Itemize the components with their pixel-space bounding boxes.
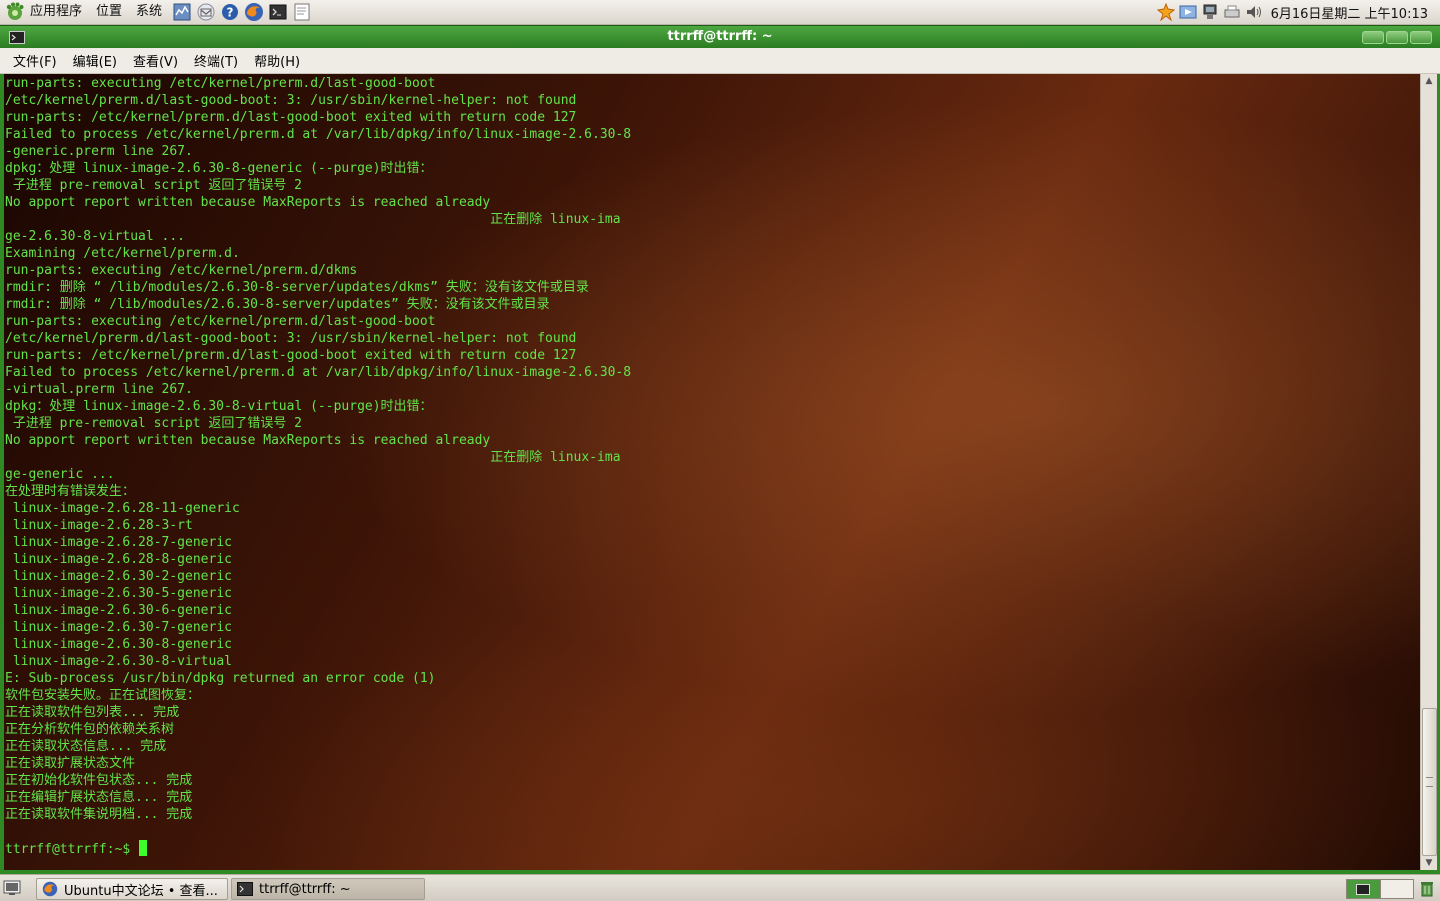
scroll-up-arrow-icon[interactable]: ▲ (1421, 74, 1437, 88)
mail-icon[interactable] (196, 2, 216, 22)
terminal-line: ge-2.6.30-8-virtual ... (5, 229, 186, 244)
terminal-line: 子进程 pre-removal script 返回了错误号 2 (5, 178, 303, 193)
gnome-foot-icon (6, 2, 24, 20)
scroll-down-arrow-icon[interactable]: ▼ (1421, 856, 1437, 870)
terminal-line: linux-image-2.6.30-2-generic (5, 569, 232, 584)
close-button[interactable] (1410, 31, 1432, 44)
terminal-line: linux-image-2.6.30-6-generic (5, 603, 232, 618)
prompt-line[interactable]: ttrrff@ttrrff:~$ (5, 840, 631, 857)
terminal-line: linux-image-2.6.28-8-generic (5, 552, 232, 567)
workspace-switcher[interactable] (1346, 879, 1414, 899)
system-monitor-icon[interactable] (172, 2, 192, 22)
terminal-line: run-parts: /etc/kernel/prerm.d/last-good… (5, 348, 577, 363)
help-icon[interactable]: ? (220, 2, 240, 22)
terminal-line: linux-image-2.6.28-11-generic (5, 501, 240, 516)
terminal-scrollbar[interactable]: ▲ ▼ (1420, 74, 1437, 870)
taskbar-item-label: Ubuntu中文论坛 • 查看... (64, 883, 218, 899)
terminal-line: -generic.prerm line 267. (5, 144, 193, 159)
terminal-line: dpkg：处理 linux-image-2.6.30-8-generic (--… (5, 161, 433, 176)
terminal-line: 子进程 pre-removal script 返回了错误号 2 (5, 416, 303, 431)
update-icon[interactable] (1178, 2, 1198, 22)
text-cursor (139, 840, 148, 856)
menu-file[interactable]: 文件(F) (8, 51, 65, 70)
network-icon[interactable] (1200, 2, 1220, 22)
terminal-line: 正在初始化软件包状态... 完成 (5, 773, 193, 788)
workspace-2[interactable] (1380, 880, 1413, 898)
applications-menu-label: 应用程序 (30, 4, 83, 19)
terminal-line: rmdir: 删除 “ /lib/modules/2.6.30-8-server… (5, 280, 589, 295)
window-title: ttrrff@ttrrff: ~ (667, 29, 773, 44)
firefox-icon[interactable] (244, 2, 264, 22)
firefox-icon (42, 881, 58, 897)
terminal-line: 正在分析软件包的依赖关系树 (5, 722, 175, 737)
menu-edit[interactable]: 编辑(E) (68, 51, 125, 70)
minimize-button[interactable] (1362, 31, 1384, 44)
applications-menu[interactable]: 应用程序 (0, 0, 90, 24)
menu-help[interactable]: 帮助(H) (249, 51, 308, 70)
maximize-button[interactable] (1386, 31, 1408, 44)
terminal-line: dpkg：处理 linux-image-2.6.30-8-virtual (--… (5, 399, 433, 414)
menu-view[interactable]: 查看(V) (128, 51, 186, 70)
terminal-line: linux-image-2.6.28-3-rt (5, 518, 193, 533)
shell-prompt: ttrrff@ttrrff:~$ (5, 842, 139, 857)
volume-icon[interactable] (1244, 2, 1264, 22)
terminal-line: 在处理时有错误发生： (5, 484, 136, 499)
show-desktop-icon[interactable] (3, 880, 21, 896)
terminal-line: linux-image-2.6.30-7-generic (5, 620, 232, 635)
terminal-line: -virtual.prerm line 267. (5, 382, 193, 397)
clock[interactable]: 6月16日星期二 上午10:13 (1265, 3, 1440, 22)
menubar: 文件(F) 编辑(E) 查看(V) 终端(T) 帮助(H) (0, 48, 1440, 74)
terminal-line: No apport report written because MaxRepo… (5, 433, 491, 448)
terminal-line: /etc/kernel/prerm.d/last-good-boot: 3: /… (5, 93, 577, 108)
terminal-line: run-parts: executing /etc/kernel/prerm.d… (5, 314, 436, 329)
terminal-lines: run-parts: executing /etc/kernel/prerm.d… (5, 75, 631, 857)
taskbar-item-terminal[interactable]: ttrrff@ttrrff: ~ (231, 878, 425, 900)
terminal-line: No apport report written because MaxRepo… (5, 195, 491, 210)
notification-icon[interactable] (1156, 2, 1176, 22)
terminal-line: 软件包安装失败。正在试图恢复： (5, 688, 201, 703)
taskbar-item-firefox[interactable]: Ubuntu中文论坛 • 查看... (36, 878, 228, 900)
printer-icon[interactable] (1222, 2, 1242, 22)
terminal-line: run-parts: /etc/kernel/prerm.d/last-good… (5, 110, 577, 125)
scrollbar-grip-icon (1426, 777, 1433, 787)
terminal-line: Failed to process /etc/kernel/prerm.d at… (5, 127, 632, 142)
terminal-line: 正在读取状态信息... 完成 (5, 739, 167, 754)
terminal-icon[interactable] (268, 2, 288, 22)
terminal-line: Failed to process /etc/kernel/prerm.d at… (5, 365, 632, 380)
window-titlebar[interactable]: ttrrff@ttrrff: ~ (0, 25, 1440, 49)
editor-icon[interactable] (292, 2, 312, 22)
terminal-icon (237, 882, 253, 896)
menu-terminal[interactable]: 终端(T) (189, 51, 246, 70)
terminal-line: 正在读取扩展状态文件 (5, 756, 136, 771)
terminal-line: 正在读取软件包列表... 完成 (5, 705, 180, 720)
svg-text:?: ? (227, 6, 234, 20)
terminal-line: linux-image-2.6.28-7-generic (5, 535, 232, 550)
workspace-1[interactable] (1347, 880, 1381, 898)
terminal-line: run-parts: executing /etc/kernel/prerm.d… (5, 76, 436, 91)
panel-tray-area: 6月16日星期二 上午10:13 (1155, 0, 1440, 24)
terminal-line: 正在删除 linux-ima (5, 450, 621, 465)
system-menu[interactable]: 系统 (130, 0, 170, 24)
terminal-line: linux-image-2.6.30-5-generic (5, 586, 232, 601)
terminal-line: 正在删除 linux-ima (5, 212, 621, 227)
terminal-icon (1356, 883, 1371, 895)
terminal-line: /etc/kernel/prerm.d/last-good-boot: 3: /… (5, 331, 577, 346)
terminal-line: 正在读取软件集说明档... 完成 (5, 807, 193, 822)
terminal-line: E: Sub-process /usr/bin/dpkg returned an… (5, 671, 436, 686)
terminal-line: rmdir: 删除 “ /lib/modules/2.6.30-8-server… (5, 297, 550, 312)
top-panel: 应用程序 位置 系统 ? 6月16日星期二 上午10:13 (0, 0, 1440, 25)
terminal-line: 正在编辑扩展状态信息... 完成 (5, 790, 193, 805)
taskbar-item-label: ttrrff@ttrrff: ~ (259, 881, 351, 897)
trash-icon[interactable] (1420, 880, 1434, 897)
scrollbar-thumb[interactable] (1422, 708, 1437, 856)
terminal-line: ge-generic ... (5, 467, 115, 482)
terminal-line: linux-image-2.6.30-8-generic (5, 637, 232, 652)
bottom-panel: Ubuntu中文论坛 • 查看... ttrrff@ttrrff: ~ (0, 874, 1440, 901)
terminal-line: Examining /etc/kernel/prerm.d. (5, 246, 240, 261)
terminal-line: linux-image-2.6.30-8-virtual (5, 654, 232, 669)
terminal-output[interactable]: run-parts: executing /etc/kernel/prerm.d… (4, 74, 1420, 870)
places-menu[interactable]: 位置 (90, 0, 130, 24)
terminal-line: run-parts: executing /etc/kernel/prerm.d… (5, 263, 358, 278)
